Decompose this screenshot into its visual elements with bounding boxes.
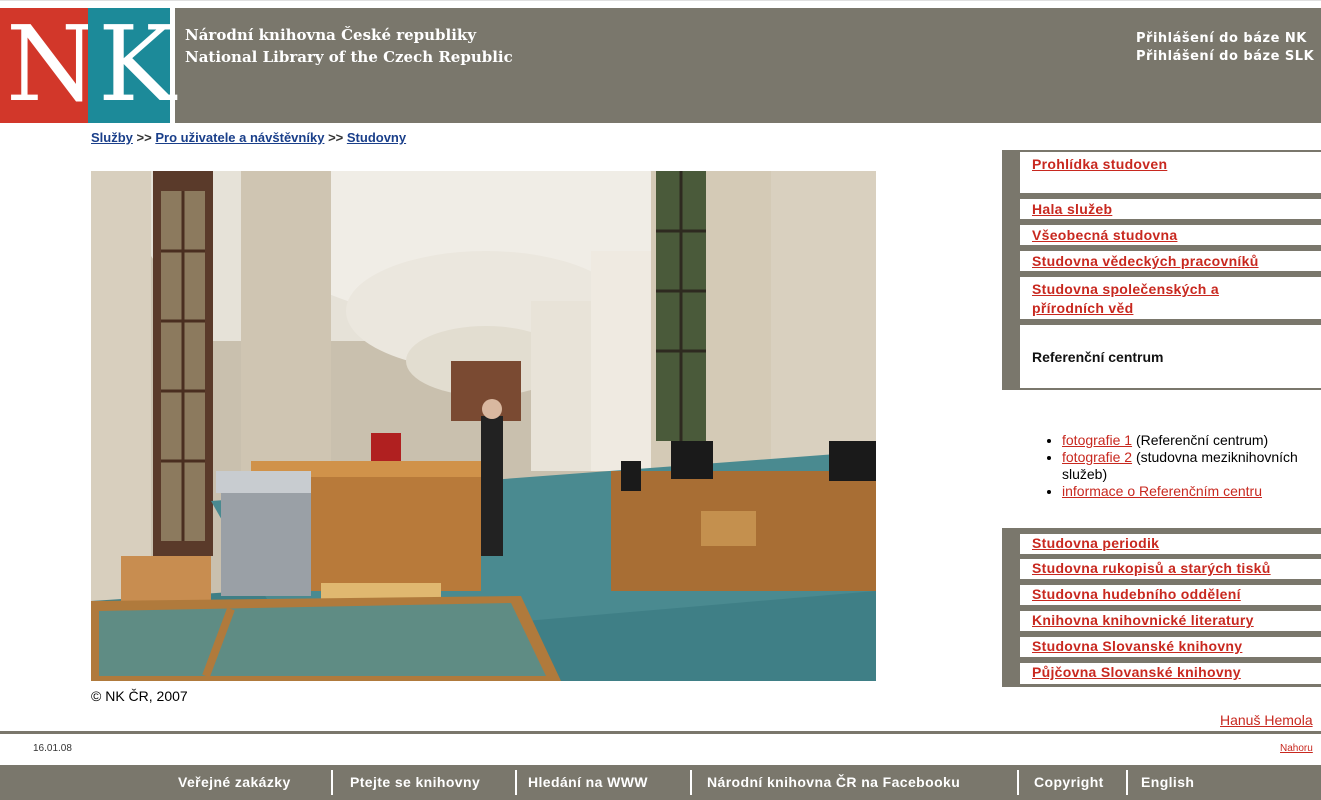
menu-link-hudebniho[interactable]: Studovna hudebního oddělení <box>1032 586 1241 602</box>
footer-hledani-www[interactable]: Hledání na WWW <box>528 765 648 800</box>
library-name: Národní knihovna České republiky Nationa… <box>185 24 513 68</box>
menu-link-knihovnicke[interactable]: Knihovna knihovnické literatury <box>1032 612 1254 628</box>
informace-link[interactable]: informace o Referenčním centru <box>1062 483 1262 499</box>
footer-divider <box>1017 770 1019 795</box>
studovny-menu: Prohlídka studoven Hala služeb Všeobecná… <box>1002 150 1321 687</box>
menu-link-spolecenskych[interactable]: Studovna společenských a přírodních věd <box>1032 280 1272 318</box>
menu-item-rukopisu[interactable]: Studovna rukopisů a starých tisků <box>1020 559 1321 579</box>
footer-english[interactable]: English <box>1141 765 1194 800</box>
referencni-submenu: fotografie 1 (Referenční centrum) fotogr… <box>1002 390 1321 528</box>
menu-link-slovanske-pujcovna[interactable]: Půjčovna Slovanské knihovny <box>1032 664 1241 680</box>
menu-link-rukopisu[interactable]: Studovna rukopisů a starých tisků <box>1032 560 1271 576</box>
logo-k-block: K <box>88 8 176 123</box>
reading-room-photo <box>91 171 876 681</box>
menu-link-vseobecna[interactable]: Všeobecná studovna <box>1032 227 1177 243</box>
footer-ptejte-se[interactable]: Ptejte se knihovny <box>350 765 480 800</box>
logo-separator <box>170 8 175 123</box>
menu-item-vedeckych[interactable]: Studovna vědeckých pracovníků <box>1020 251 1321 271</box>
footer-rule <box>0 731 1321 734</box>
menu-item-slovanske-pujcovna[interactable]: Půjčovna Slovanské knihovny <box>1020 663 1321 684</box>
photo-caption: © NK ČR, 2007 <box>91 688 188 704</box>
library-name-en: National Library of the Czech Republic <box>185 48 513 66</box>
footer-facebook[interactable]: Národní knihovna ČR na Facebooku <box>707 765 960 800</box>
library-name-cs: Národní knihovna České republiky <box>185 26 477 44</box>
update-date: 16.01.08 <box>33 743 72 754</box>
logo-n-letter: N <box>6 3 97 125</box>
breadcrumb-sep: >> <box>136 130 152 145</box>
submenu-item: fotografie 1 (Referenční centrum) <box>1062 432 1321 449</box>
menu-link-periodik[interactable]: Studovna periodik <box>1032 535 1159 551</box>
breadcrumb-sep: >> <box>328 130 344 145</box>
menu-link-vedeckych[interactable]: Studovna vědeckých pracovníků <box>1032 253 1259 269</box>
breadcrumb-studovny[interactable]: Studovny <box>347 130 406 145</box>
nk-logo[interactable]: N K <box>0 8 176 123</box>
menu-item-slovanske-studovna[interactable]: Studovna Slovanské knihovny <box>1020 637 1321 657</box>
menu-item-periodik[interactable]: Studovna periodik <box>1020 534 1321 554</box>
submenu-item: informace o Referenčním centru <box>1062 483 1321 500</box>
submenu-item: fotografie 2 (studovna meziknihovních sl… <box>1062 449 1321 483</box>
logo-n-block: N <box>0 8 97 123</box>
footer-divider <box>331 770 333 795</box>
menu-item-hudebniho[interactable]: Studovna hudebního oddělení <box>1020 585 1321 605</box>
login-nk-link[interactable]: Přihlášení do báze NK <box>1136 30 1314 48</box>
breadcrumb: Služby >> Pro uživatele a návštěvníky >>… <box>91 130 406 145</box>
menu-item-hala[interactable]: Hala služeb <box>1020 199 1321 219</box>
site-header: N K Národní knihovna České republiky Nat… <box>0 8 1321 123</box>
footer-divider <box>515 770 517 795</box>
footer-nav: Veřejné zakázky Ptejte se knihovny Hledá… <box>0 765 1321 800</box>
breadcrumb-pro-uzivatele[interactable]: Pro uživatele a návštěvníky <box>155 130 324 145</box>
menu-link-slovanske-studovna[interactable]: Studovna Slovanské knihovny <box>1032 638 1242 654</box>
footer-divider <box>690 770 692 795</box>
footer-copyright[interactable]: Copyright <box>1034 765 1104 800</box>
login-slk-link[interactable]: Přihlášení do báze SLK <box>1136 48 1314 66</box>
author-link[interactable]: Hanuš Hemola <box>1220 712 1313 728</box>
footer-verejne-zakazky[interactable]: Veřejné zakázky <box>178 765 291 800</box>
menu-item-vseobecna[interactable]: Všeobecná studovna <box>1020 225 1321 245</box>
logo-k-letter: K <box>98 3 176 125</box>
menu-item-spolecenskych[interactable]: Studovna společenských a přírodních věd <box>1020 277 1321 319</box>
fotografie-2-link[interactable]: fotografie 2 <box>1062 449 1132 465</box>
reading-room-illustration <box>91 171 876 681</box>
fotografie-1-link[interactable]: fotografie 1 <box>1062 432 1132 448</box>
menu-current-referencni: Referenční centrum <box>1032 349 1164 365</box>
footer-divider <box>1126 770 1128 795</box>
fotografie-1-desc: (Referenční centrum) <box>1132 432 1269 448</box>
login-links: Přihlášení do báze NK Přihlášení do báze… <box>1136 30 1314 66</box>
menu-item-prohlidka[interactable]: Prohlídka studoven <box>1020 152 1321 193</box>
menu-item-knihovnicke[interactable]: Knihovna knihovnické literatury <box>1020 611 1321 631</box>
breadcrumb-sluzby[interactable]: Služby <box>91 130 133 145</box>
menu-link-hala[interactable]: Hala služeb <box>1032 201 1112 217</box>
back-to-top-link[interactable]: Nahoru <box>1280 743 1313 754</box>
menu-link-prohlidka[interactable]: Prohlídka studoven <box>1032 156 1167 172</box>
menu-item-referencni: Referenční centrum <box>1020 325 1321 388</box>
